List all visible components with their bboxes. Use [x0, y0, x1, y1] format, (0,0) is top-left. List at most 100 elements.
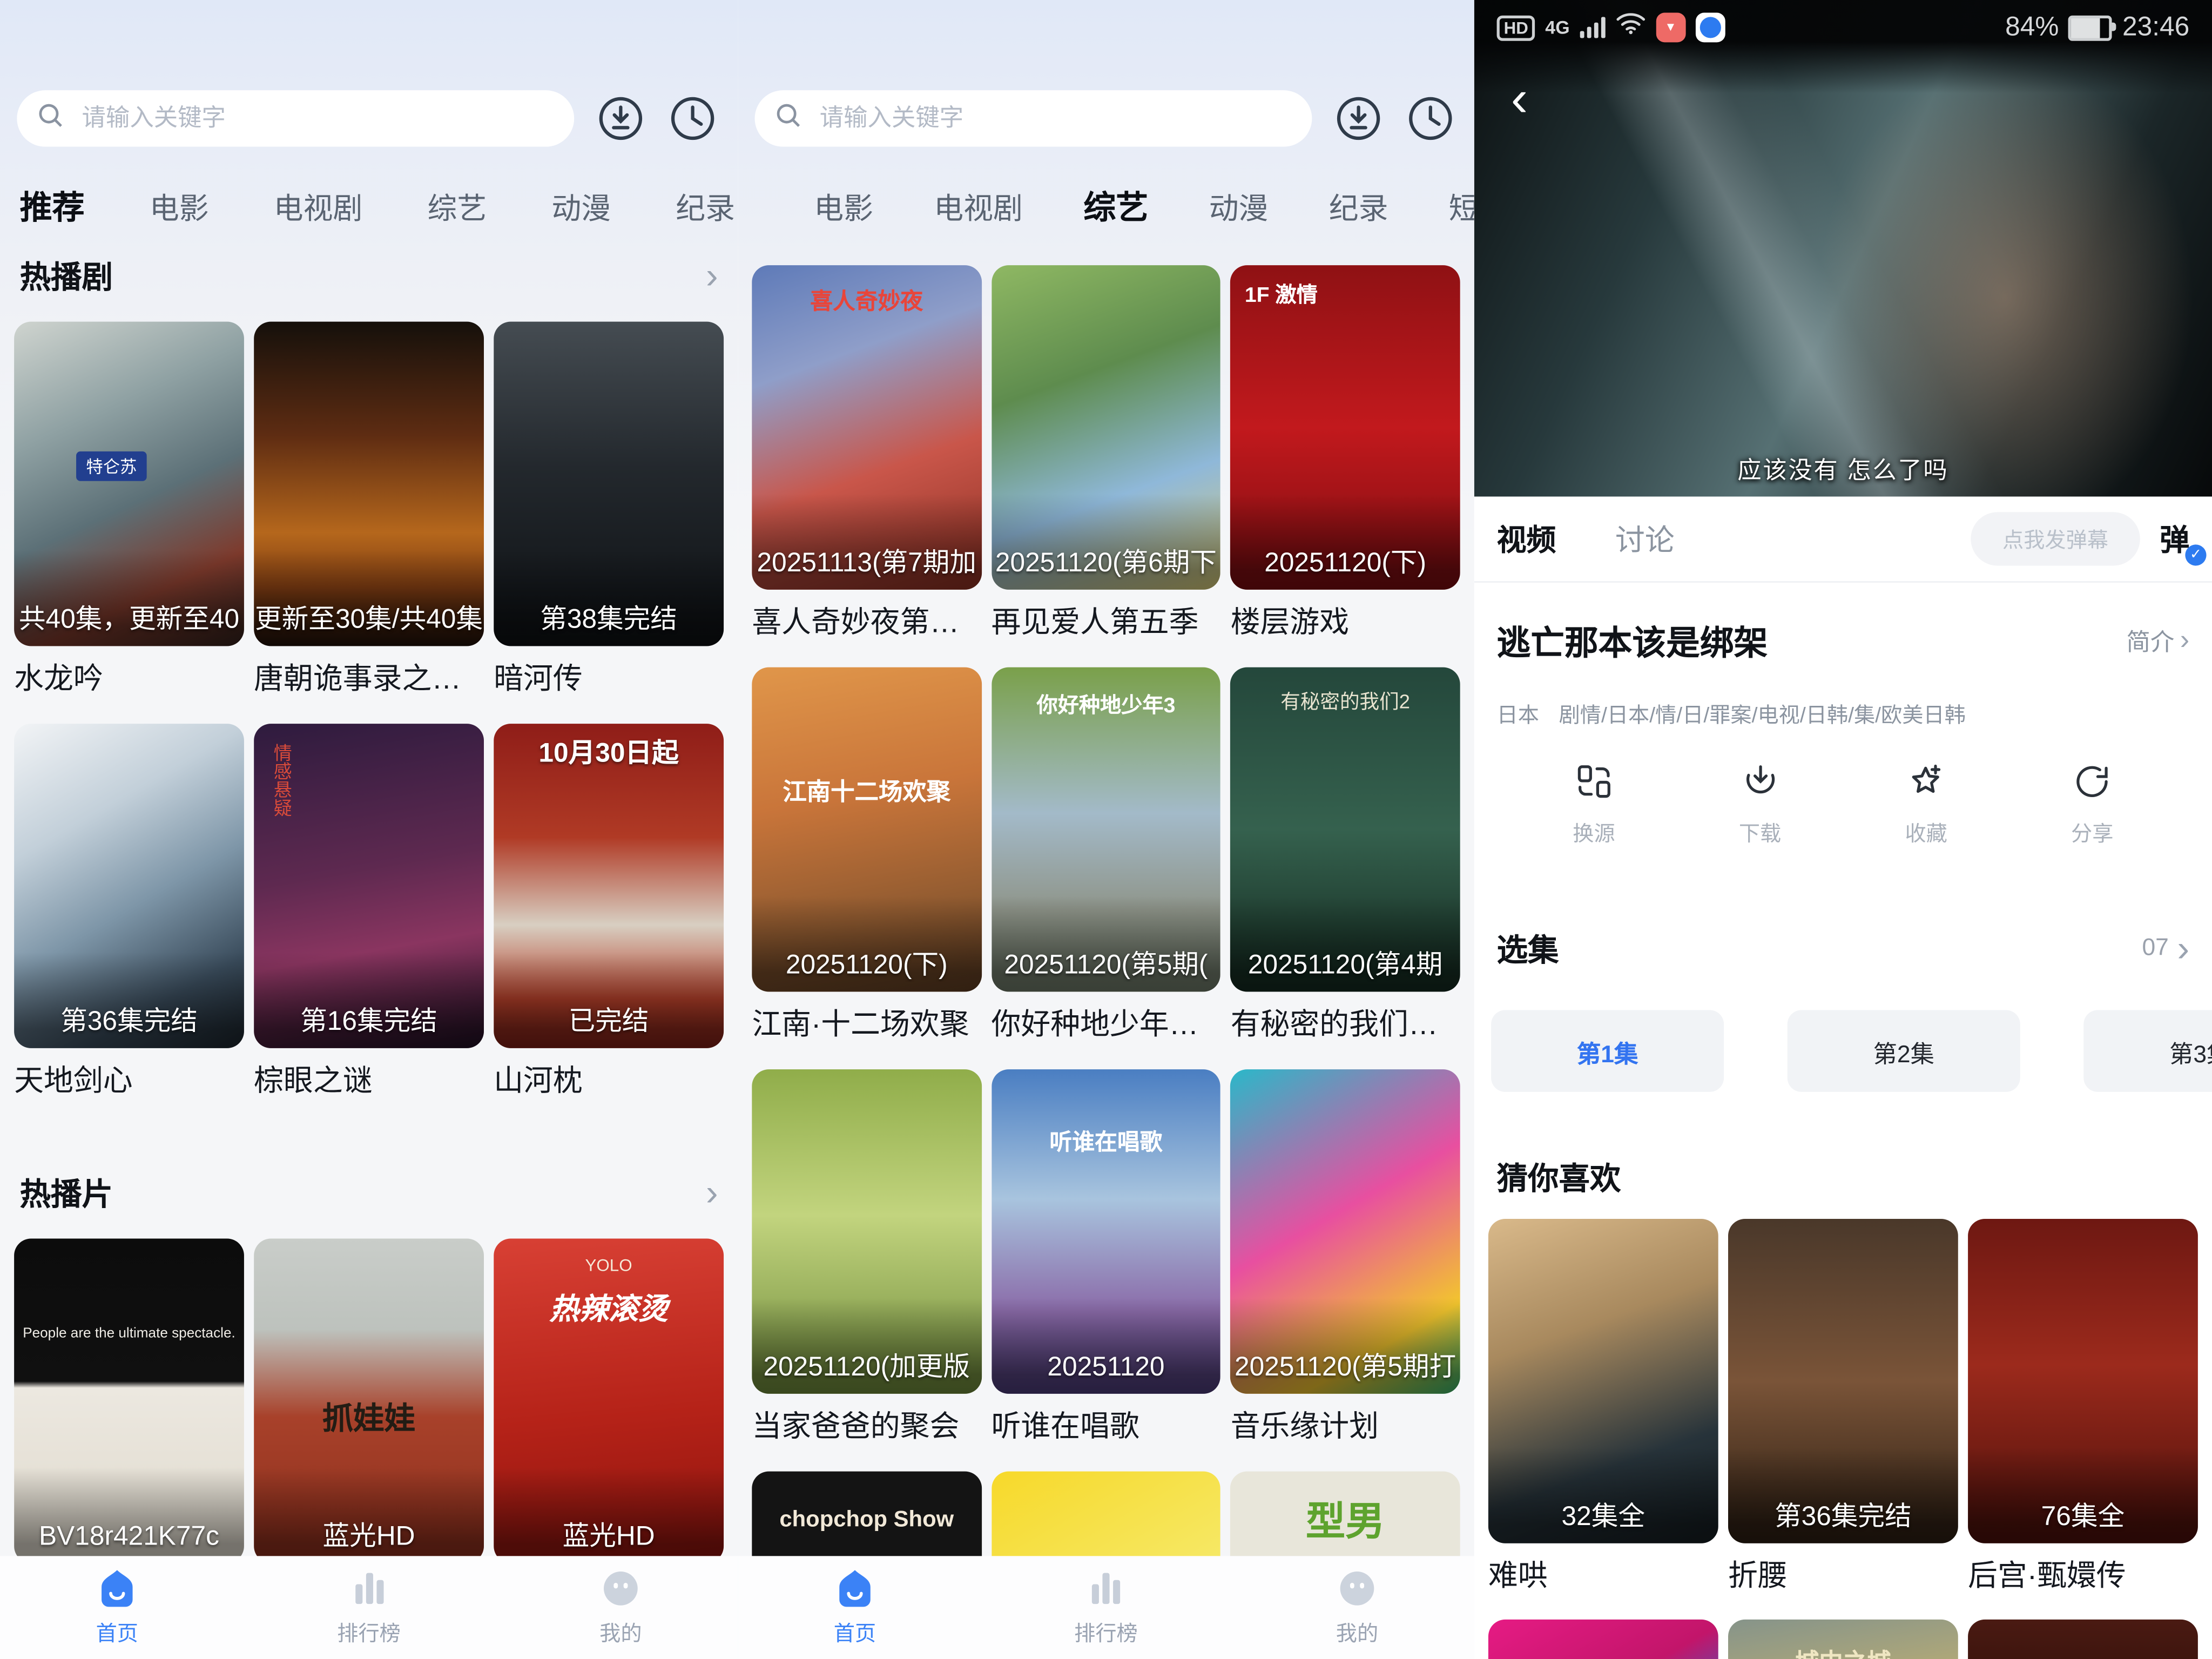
poster-card[interactable]: 第38集完结 暗河传	[494, 322, 724, 698]
tab-video[interactable]: 视频	[1497, 518, 1556, 560]
poster-image: People are the ultimate spectacle. BV18r…	[14, 1239, 244, 1563]
tab-variety[interactable]: 综艺	[1083, 180, 1148, 226]
tab-movie[interactable]: 电影	[814, 186, 873, 226]
tab-documentary[interactable]: 纪录	[1329, 186, 1388, 226]
poster-card[interactable]: People are the ultimate spectacle. BV18r…	[14, 1239, 244, 1563]
poster-badge: 20251120(加更版	[752, 1346, 981, 1384]
panel-left-home: 推荐 电影 电视剧 综艺 动漫 纪录 热播剧 特仑苏 共40集，更新至40 水龙…	[0, 0, 738, 1659]
search-bar[interactable]	[755, 90, 1312, 146]
action-label: 下载	[1739, 818, 1781, 848]
episode-chip-2[interactable]: 第2集	[1788, 1010, 2020, 1092]
poster-image: 听谁在唱歌 20251120	[992, 1069, 1221, 1394]
share-button[interactable]: 分享	[2071, 762, 2113, 848]
poster-card[interactable]: 更新至30集/共40集 唐朝诡事录之长…	[254, 322, 484, 698]
poster-image[interactable]: 城中之城	[1728, 1620, 1958, 1659]
episode-list: 第1集 第2集 第3集	[1491, 1010, 2212, 1092]
episodes-count[interactable]: 07	[2142, 929, 2189, 966]
section-hot-drama: 热播剧	[20, 254, 718, 296]
back-button[interactable]	[1511, 73, 1528, 124]
action-bar: 换源 下载 收藏 分享	[1474, 762, 2212, 848]
search-input[interactable]	[817, 103, 1293, 134]
poster-art-label: chopchop Show	[752, 1508, 981, 1533]
download-button[interactable]: 下载	[1739, 762, 1781, 848]
chevron-right-icon[interactable]	[706, 257, 718, 293]
poster-card[interactable]: 20251120(第6期下 再见爱人第五季	[992, 265, 1221, 642]
poster-card[interactable]: 10月30日起 已完结 山河枕	[494, 724, 724, 1100]
tab-discussion[interactable]: 讨论	[1615, 518, 1675, 560]
poster-image[interactable]	[1488, 1620, 1718, 1659]
nav-ranking[interactable]: 排行榜	[1057, 1567, 1156, 1659]
tab-documentary[interactable]: 纪录	[676, 186, 735, 226]
poster-card[interactable]: YOLO 热辣滚烫 蓝光HD	[494, 1239, 724, 1563]
home-icon	[96, 1567, 138, 1609]
download-icon[interactable]	[1333, 93, 1384, 144]
nav-ranking[interactable]: 排行榜	[320, 1567, 419, 1659]
danmaku-toggle[interactable]: 弹	[2160, 518, 2189, 560]
poster-card[interactable]: 20251120(第5期打 音乐缘计划	[1231, 1069, 1460, 1446]
recommend-grid: 32集全 难哄 第36集完结 折腰 76集全 后宫·甄嬛传	[1488, 1219, 2198, 1595]
poster-card[interactable]: 第36集完结 天地剑心	[14, 724, 244, 1100]
poster-art-label: 热辣滚烫	[494, 1286, 724, 1328]
poster-title: 后宫·甄嬛传	[1968, 1553, 2198, 1595]
tab-tv[interactable]: 电视剧	[934, 186, 1023, 226]
change-source-button[interactable]: 换源	[1573, 762, 1615, 848]
episode-chip-1[interactable]: 第1集	[1491, 1010, 1724, 1092]
poster-title: 水龙吟	[14, 656, 244, 698]
chevron-right-icon[interactable]	[706, 1174, 718, 1210]
poster-card[interactable]: 听谁在唱歌 20251120 听谁在唱歌	[992, 1069, 1221, 1446]
nav-label: 首页	[834, 1618, 876, 1648]
nav-mine[interactable]: 我的	[571, 1567, 670, 1659]
video-meta: 日本剧情/日本/情/日/罪案/电视/日韩/集/欧美日韩	[1497, 700, 2190, 730]
episode-chip-3[interactable]: 第3集	[2083, 1010, 2212, 1092]
recommend-partial-row: 城中之城	[1488, 1620, 2198, 1659]
nav-home[interactable]: 首页	[806, 1567, 905, 1659]
history-icon[interactable]	[1405, 93, 1456, 144]
favorite-button[interactable]: 收藏	[1905, 762, 1947, 848]
intro-link[interactable]: 简介	[2127, 622, 2190, 657]
tab-recommend[interactable]: 推荐	[20, 180, 85, 226]
poster-image: 江南十二场欢聚 20251120(下)	[752, 667, 981, 992]
poster-title: 听谁在唱歌	[992, 1404, 1221, 1446]
poster-art-label: YOLO	[494, 1256, 724, 1276]
danmaku-input[interactable]: 点我发弹幕	[1971, 512, 2140, 565]
signal-icon	[1580, 17, 1605, 38]
poster-card[interactable]: 32集全 难哄	[1488, 1219, 1718, 1595]
search-row	[17, 90, 721, 146]
poster-card[interactable]: 有秘密的我们2 20251120(第4期 有秘密的我们第…	[1231, 667, 1460, 1044]
tab-anime[interactable]: 动漫	[1209, 186, 1269, 226]
poster-image[interactable]	[1968, 1620, 2198, 1659]
search-input[interactable]	[79, 103, 556, 134]
poster-card[interactable]: 20251120(加更版 当家爸爸的聚会	[752, 1069, 981, 1446]
tab-tv[interactable]: 电视剧	[274, 186, 363, 226]
poster-badge: 更新至30集/共40集	[254, 598, 484, 637]
poster-card[interactable]: 76集全 后宫·甄嬛传	[1968, 1219, 2198, 1595]
detail-tabs-row: 视频 讨论 点我发弹幕 弹	[1474, 497, 2212, 583]
poster-card[interactable]: 情感悬疑 第16集完结 棕眼之谜	[254, 724, 484, 1100]
poster-card[interactable]: 特仑苏 共40集，更新至40 水龙吟	[14, 322, 244, 698]
variety-grid: 喜人奇妙夜 20251113(第7期加 喜人奇妙夜第二… 20251120(第6…	[752, 265, 1460, 1659]
poster-badge: 76集全	[1968, 1495, 2198, 1534]
poster-badge: 第36集完结	[1728, 1495, 1958, 1534]
poster-card[interactable]: 抓娃娃 蓝光HD	[254, 1239, 484, 1563]
poster-card[interactable]: 1F 激情 20251120(下) 楼层游戏	[1231, 265, 1460, 642]
tab-short[interactable]: 短	[1449, 186, 1474, 226]
poster-card[interactable]: 你好种地少年3 20251120(第5期( 你好种地少年第…	[992, 667, 1221, 1044]
search-bar[interactable]	[17, 90, 574, 146]
poster-card[interactable]: 江南十二场欢聚 20251120(下) 江南·十二场欢聚	[752, 667, 981, 1044]
tab-variety[interactable]: 综艺	[428, 186, 487, 226]
bottom-nav: 首页 排行榜 我的	[0, 1556, 738, 1659]
tab-movie[interactable]: 电影	[150, 186, 209, 226]
poster-image: 第36集完结	[14, 724, 244, 1048]
nav-mine[interactable]: 我的	[1308, 1567, 1407, 1659]
download-icon[interactable]	[595, 93, 646, 144]
poster-card[interactable]: 第36集完结 折腰	[1728, 1219, 1958, 1595]
star-plus-icon	[1906, 762, 1946, 801]
poster-art-label: 情感悬疑	[268, 744, 295, 817]
clock-time: 23:46	[2122, 12, 2189, 43]
nav-home[interactable]: 首页	[68, 1567, 166, 1659]
video-player[interactable]: HD 4G ▾ 84% 23:46 应该没有 怎么了吗	[1474, 0, 2212, 497]
history-icon[interactable]	[667, 93, 718, 144]
poster-card[interactable]: 喜人奇妙夜 20251113(第7期加 喜人奇妙夜第二…	[752, 265, 981, 642]
poster-image: 32集全	[1488, 1219, 1718, 1543]
tab-anime[interactable]: 动漫	[551, 186, 611, 226]
